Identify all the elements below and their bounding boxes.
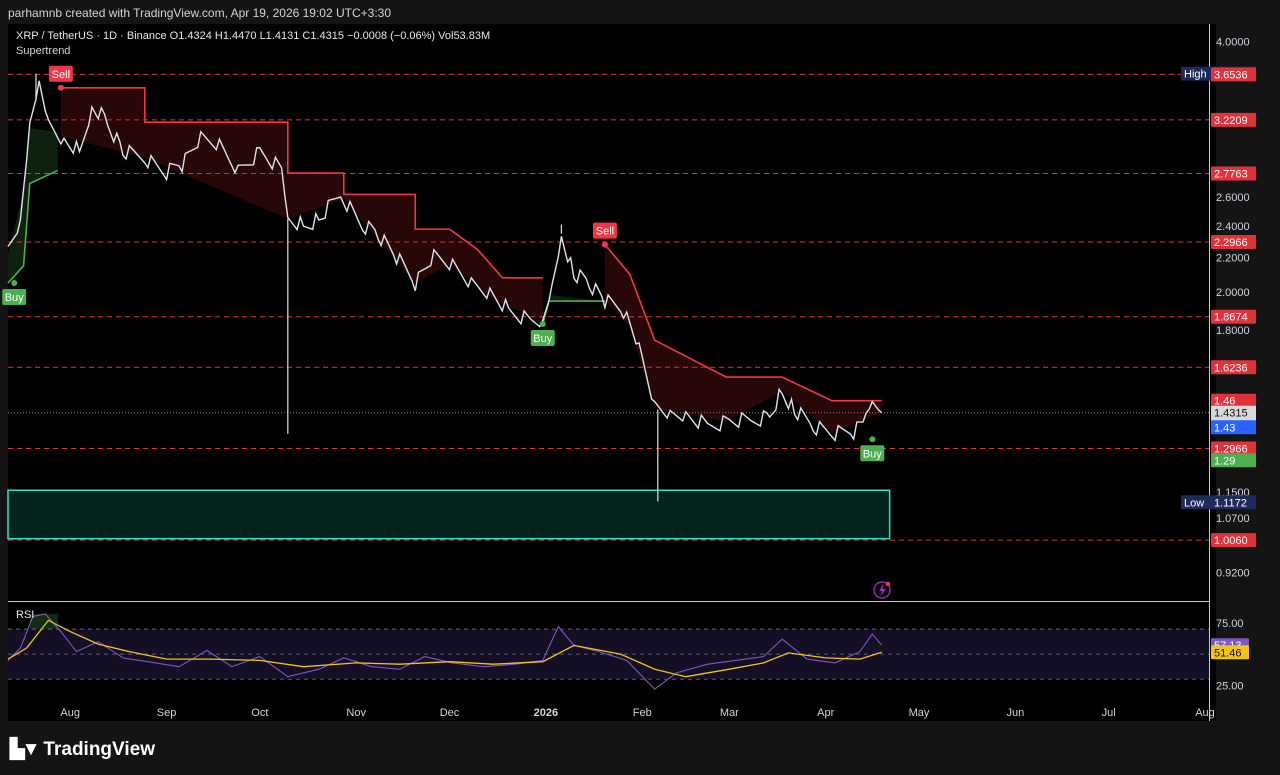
- supertrend-fill: [8, 127, 58, 284]
- time-axis-label: May: [909, 707, 930, 719]
- price-label: 1.4315: [1214, 408, 1248, 420]
- price-axis-tick: 1.8000: [1216, 325, 1250, 337]
- price-label: 3.2209: [1214, 115, 1248, 127]
- time-axis-label: Oct: [251, 707, 268, 719]
- supertrend-fill: [604, 244, 882, 433]
- price-chart[interactable]: Buy Sell Sell Buy Buy 4.0000 2.6000 2.4000 2.200…: [0, 0, 1280, 775]
- signal-dot: [869, 436, 876, 443]
- signal-dot: [601, 241, 608, 248]
- time-axis-label: Sep: [157, 707, 177, 719]
- price-label-prefix: High: [1184, 69, 1207, 81]
- rsi-value-label: 51.46: [1214, 647, 1242, 659]
- lightning-bolt-icon: [879, 584, 886, 597]
- tradingview-brand[interactable]: ▙▼ TradingView: [10, 738, 155, 761]
- supertrend-up-line[interactable]: [541, 300, 605, 325]
- price-axis-tick: 0.9200: [1216, 567, 1250, 579]
- price-label: 2.2966: [1214, 237, 1248, 249]
- supertrend-fill: [542, 294, 605, 325]
- price-axis-tick: 1.0700: [1216, 513, 1250, 525]
- time-axis-label: Mar: [720, 707, 739, 719]
- rsi-label[interactable]: RSI: [16, 609, 34, 621]
- signal-buy-label: Buy: [863, 448, 882, 460]
- price-axis-tick: 4.0000: [1216, 37, 1250, 49]
- symbol-line[interactable]: XRP / TetherUS · 1D · Binance O1.4324 H1…: [16, 30, 490, 42]
- signal-sell-label: Sell: [596, 226, 614, 238]
- signal-dot: [57, 84, 64, 91]
- price-label: 1.1172: [1214, 497, 1247, 509]
- brand-name: TradingView: [43, 738, 155, 760]
- price-label: 3.6536: [1214, 69, 1248, 81]
- time-axis-label: 2026: [534, 707, 558, 719]
- time-axis-label: Aug: [60, 707, 80, 719]
- signal-buy-label: Buy: [533, 333, 552, 345]
- time-axis-label: Jun: [1006, 707, 1024, 719]
- price-label: 1.8674: [1214, 312, 1248, 324]
- price-label: 1.29: [1214, 455, 1235, 467]
- price-axis-tick: 2.4000: [1216, 221, 1250, 233]
- indicator-name[interactable]: Supertrend: [16, 45, 490, 57]
- time-axis-label: Aug: [1195, 707, 1215, 719]
- price-label-prefix: Low: [1184, 497, 1204, 509]
- time-axis-label: Feb: [633, 707, 652, 719]
- time-axis-label: Apr: [817, 707, 834, 719]
- signal-dot: [539, 321, 546, 328]
- chart-legend: XRP / TetherUS · 1D · Binance O1.4324 H1…: [16, 30, 490, 60]
- price-label: 2.7763: [1214, 169, 1248, 181]
- price-label: 1.0060: [1214, 535, 1248, 547]
- price-label: 1.43: [1214, 422, 1235, 434]
- time-axis-label: Dec: [440, 707, 460, 719]
- supertrend-fill: [60, 87, 543, 321]
- signal-dot: [11, 280, 18, 287]
- time-axis-label: Jul: [1102, 707, 1116, 719]
- price-axis-tick: 2.2000: [1216, 253, 1250, 265]
- time-axis-label: Nov: [346, 707, 366, 719]
- price-axis-tick: 2.6000: [1216, 192, 1250, 204]
- price-label: 1.6236: [1214, 362, 1248, 374]
- demand-zone[interactable]: [7, 489, 891, 540]
- tradingview-logo-icon: ▙▼: [10, 739, 40, 760]
- notification-dot-icon: [885, 581, 891, 587]
- signal-buy-label: Buy: [5, 292, 24, 304]
- rsi-axis-tick: 25.00: [1216, 680, 1244, 692]
- rsi-axis-tick: 75.00: [1216, 618, 1244, 630]
- signal-sell-label: Sell: [52, 69, 70, 81]
- price-axis-tick: 2.0000: [1216, 287, 1250, 299]
